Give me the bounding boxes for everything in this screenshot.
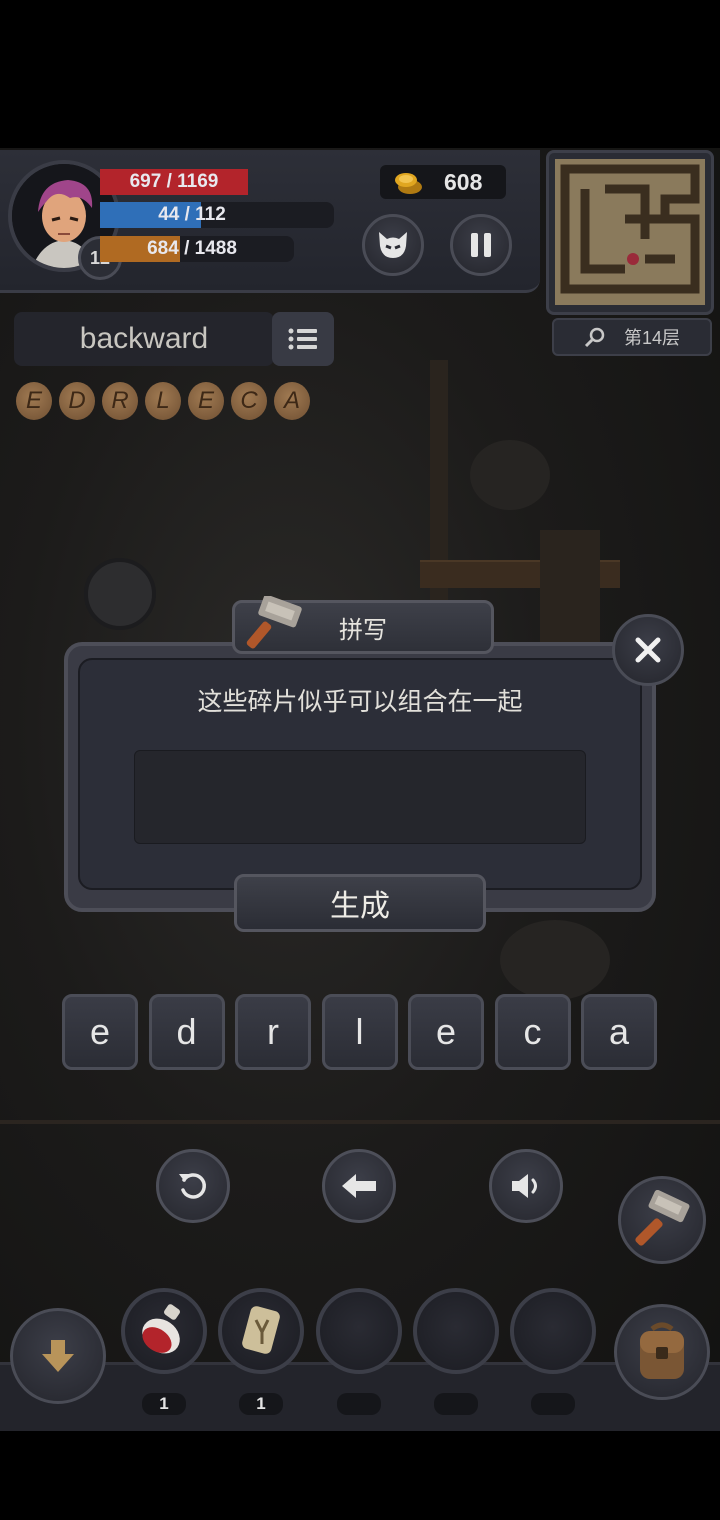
generate-button-label: 生成 <box>330 890 390 923</box>
gold-amount: 608 <box>444 168 483 195</box>
dialog-title-text: 拼写 <box>339 616 387 644</box>
player-marker-icon <box>627 253 639 265</box>
dialog-message: 这些碎片似乎可以组合在一起 <box>197 688 523 716</box>
arrow-left-icon <box>342 1174 376 1198</box>
descend-button[interactable] <box>10 1308 106 1404</box>
rune-fragment: E <box>188 382 224 420</box>
letter-tile[interactable]: e <box>408 994 484 1070</box>
minimap[interactable] <box>546 150 714 315</box>
close-icon <box>635 637 661 663</box>
letter-tile[interactable]: r <box>235 994 311 1070</box>
backpack-icon <box>640 1322 684 1379</box>
hammer-icon <box>635 1190 690 1246</box>
floor-label: 第14层 <box>623 328 681 348</box>
inventory-slot-empty[interactable] <box>316 1288 402 1374</box>
arrow-down-icon <box>42 1340 74 1372</box>
hp-bar: 697 / 1169 <box>100 169 248 195</box>
stone <box>470 440 550 510</box>
item-count <box>337 1393 381 1415</box>
speaker-icon <box>512 1174 537 1198</box>
backspace-button[interactable] <box>322 1149 396 1223</box>
item-count: 1 <box>239 1393 283 1415</box>
item-count: 1 <box>142 1393 186 1415</box>
inventory-slot-empty[interactable] <box>510 1288 596 1374</box>
pause-button[interactable] <box>450 214 512 276</box>
rune-fragment: E <box>16 382 52 420</box>
item-count <box>434 1393 478 1415</box>
xp-bar: 684 / 1488 <box>100 236 294 262</box>
pet-button[interactable] <box>362 214 424 276</box>
rune-fragment: C <box>231 382 267 420</box>
backpack-button[interactable] <box>614 1304 710 1400</box>
refresh-icon <box>179 1173 206 1199</box>
search-icon <box>584 327 605 348</box>
letter-tile[interactable]: a <box>581 994 657 1070</box>
letter-tile[interactable]: c <box>494 994 571 1070</box>
close-button[interactable] <box>612 614 684 686</box>
wall-torch-holder <box>84 558 156 630</box>
floor-indicator[interactable]: 第14层 <box>552 318 712 356</box>
mp-value: 44 / 112 <box>158 204 226 225</box>
letter-tile[interactable]: l <box>321 994 398 1070</box>
craft-button[interactable] <box>618 1176 706 1264</box>
generate-button[interactable]: 生成 <box>234 874 486 932</box>
inventory-slot[interactable] <box>218 1288 304 1374</box>
rune-fragments: E D R L E C A <box>16 382 310 420</box>
hp-value: 697 / 1169 <box>129 171 219 192</box>
rune-stone-icon <box>242 1306 280 1354</box>
rune-fragment: A <box>274 382 310 420</box>
letter-tile[interactable]: d <box>148 994 225 1070</box>
spell-input[interactable] <box>134 750 586 844</box>
reset-button[interactable] <box>156 1149 230 1223</box>
letter-tiles: e d r l e c a <box>62 994 657 1070</box>
floor-edge <box>0 1120 720 1124</box>
rune-fragment: L <box>145 382 181 420</box>
hammer-icon <box>246 596 302 649</box>
minimap-view <box>555 159 705 305</box>
rune-fragment: D <box>59 382 95 420</box>
letter-tile[interactable]: e <box>62 994 138 1070</box>
wooden-post <box>430 360 448 640</box>
inventory-slot-empty[interactable] <box>413 1288 499 1374</box>
wooden-crate <box>540 530 600 650</box>
target-word: backward <box>14 312 274 366</box>
stone <box>500 920 610 1000</box>
gold-coins-icon <box>395 173 422 194</box>
xp-value: 684 / 1488 <box>147 238 237 259</box>
item-count <box>531 1393 575 1415</box>
pronounce-button[interactable] <box>489 1149 563 1223</box>
list-icon <box>288 328 317 350</box>
gold-counter: 608 <box>380 165 506 199</box>
cat-face-icon <box>379 232 407 258</box>
pause-icon <box>471 233 491 257</box>
word-list-button[interactable] <box>272 312 334 366</box>
mp-bar: 44 / 112 <box>100 202 334 228</box>
rune-fragment: R <box>102 382 138 420</box>
red-potion-icon <box>142 1304 180 1354</box>
inventory-slot[interactable] <box>121 1288 207 1374</box>
